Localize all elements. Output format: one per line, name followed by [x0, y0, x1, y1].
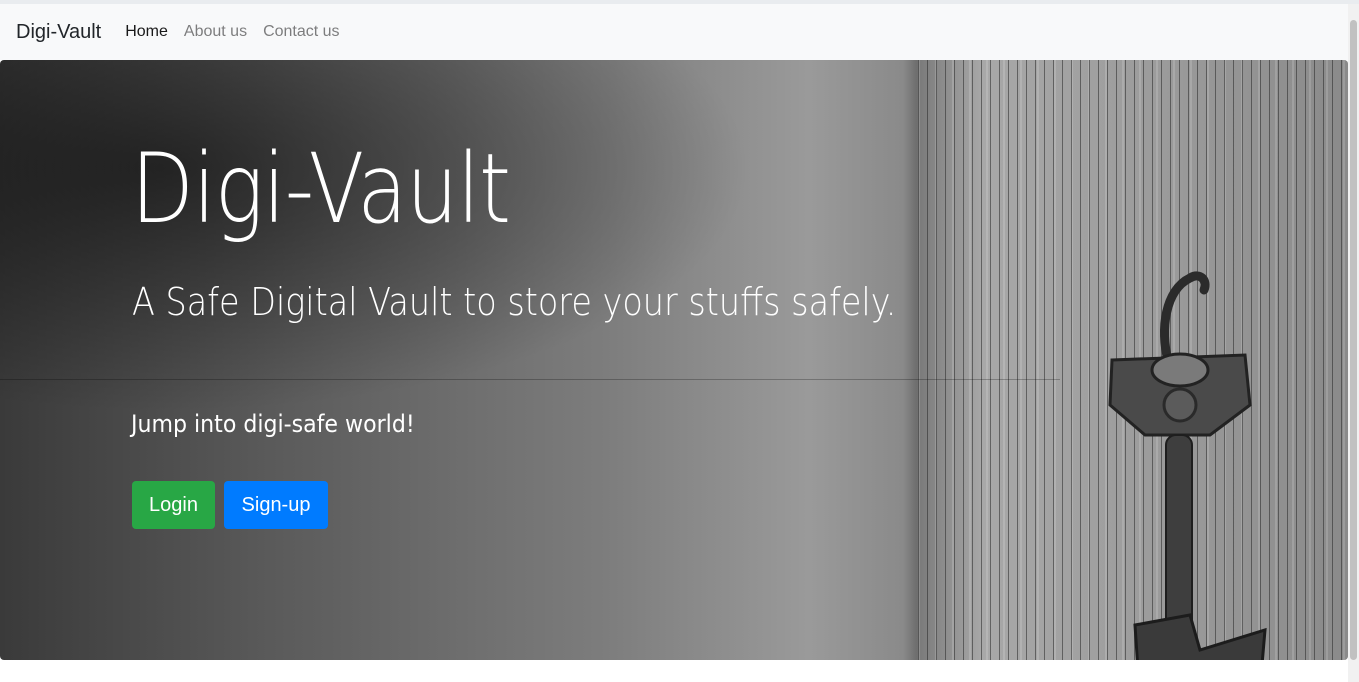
- scrollbar-thumb[interactable]: [1350, 20, 1357, 660]
- navbar: Digi-Vault Home About us Contact us: [0, 4, 1348, 60]
- hero-title: Digi-Vault: [131, 133, 511, 245]
- nav-link-contact[interactable]: Contact us: [255, 23, 347, 41]
- page-scrollbar[interactable]: [1348, 4, 1359, 682]
- brand-logo-link[interactable]: Digi-Vault: [16, 21, 101, 44]
- hero-lead-text: A Safe Digital Vault to store your stuff…: [132, 280, 897, 324]
- signup-button[interactable]: Sign-up: [224, 481, 328, 529]
- nav-link-about[interactable]: About us: [176, 23, 255, 41]
- hero-jumbotron: Digi-Vault A Safe Digital Vault to store…: [0, 60, 1348, 660]
- hero-tagline: Jump into digi-safe world!: [131, 410, 415, 438]
- nav-links: Home About us Contact us: [117, 23, 347, 41]
- hero-divider: [0, 379, 1060, 380]
- nav-link-home[interactable]: Home: [117, 23, 176, 41]
- login-button[interactable]: Login: [132, 481, 215, 529]
- key-image: [1108, 271, 1267, 660]
